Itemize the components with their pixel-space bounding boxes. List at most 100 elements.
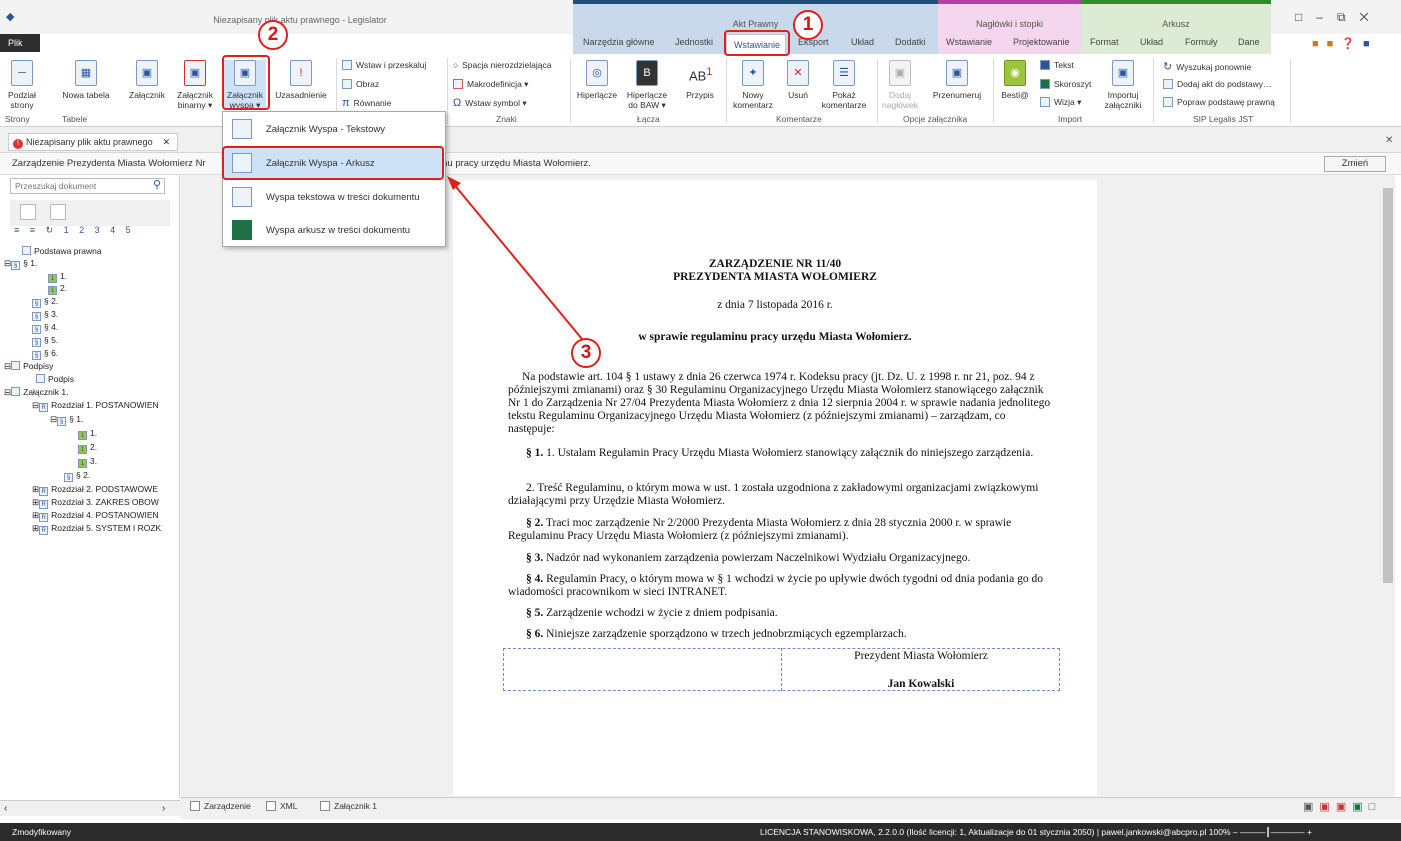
- tree-item[interactable]: § § 2.: [32, 296, 58, 308]
- tree-item[interactable]: § § 4.: [32, 322, 58, 334]
- page-view-icon[interactable]: □: [1369, 801, 1382, 813]
- importuj-zalaczniki-button[interactable]: ▣ Importuj załączniki: [1100, 60, 1146, 110]
- rownanie-button[interactable]: π Równanie: [342, 97, 391, 109]
- search-icon[interactable]: ⚲: [149, 178, 165, 194]
- bottom-tab-zarzadzenie[interactable]: Zarządzenie: [190, 801, 251, 811]
- tree-item[interactable]: ⊞ R Rozdział 5. SYSTEM I ROZK: [32, 523, 180, 535]
- podzial-strony-button[interactable]: ─ Podział strony: [4, 60, 40, 110]
- status-license-zoom[interactable]: LICENCJA STANOWISKOWA, 2.2.0.0 (Ilość li…: [760, 827, 1312, 838]
- scroll-right-icon[interactable]: ›: [162, 803, 165, 814]
- nowy-komentarz-button[interactable]: ✦ Nowy komentarz: [730, 60, 776, 110]
- menu-item-wyspa-tekstowy[interactable]: Załącznik Wyspa - Tekstowy: [224, 114, 444, 144]
- view-mode-icons[interactable]: ▣▣▣▣□: [1303, 800, 1381, 813]
- tree-item[interactable]: 1 2.: [48, 283, 67, 295]
- menu-item-wyspa-tekstowa-tresc[interactable]: Wyspa tekstowa w treści dokumentu: [224, 182, 444, 212]
- paragraph-1[interactable]: § 1. 1. Ustalam Regulamin Pracy Urzędu M…: [508, 447, 1053, 460]
- tree-item[interactable]: ⊟ § § 1.: [4, 258, 37, 270]
- tab-narzedzia-glowne[interactable]: Narzędzia główne: [583, 37, 655, 47]
- quick-icons[interactable]: ■■❓■: [1312, 37, 1378, 50]
- nowa-tabela-button[interactable]: ▦ Nowa tabela: [58, 60, 114, 100]
- wstaw-przeskaluj-button[interactable]: Wstaw i przeskaluj: [342, 60, 426, 70]
- obraz-button[interactable]: Obraz: [342, 79, 379, 89]
- tab-format[interactable]: Format: [1090, 37, 1119, 47]
- tab-uklad-arkusz[interactable]: Układ: [1140, 37, 1163, 47]
- restore-icon[interactable]: ⧉: [1337, 10, 1360, 24]
- tab-plik[interactable]: Plik: [0, 34, 40, 52]
- user-icon[interactable]: ■: [1312, 38, 1327, 50]
- feedback-icon[interactable]: ■: [1363, 38, 1378, 50]
- dodaj-akt-button[interactable]: Dodaj akt do podstawy…: [1163, 79, 1272, 89]
- binary-view-icon[interactable]: ▣: [1336, 801, 1352, 813]
- hiperlacze-baw-button[interactable]: B Hiperlącze do BAW ▾: [624, 60, 670, 110]
- document-date[interactable]: z dnia 7 listopada 2016 r.: [453, 299, 1097, 312]
- tree-item[interactable]: ⊟ § § 1.: [50, 414, 83, 426]
- attachment-view-icon[interactable]: ▣: [1303, 801, 1319, 813]
- tree-item[interactable]: § § 3.: [32, 309, 58, 321]
- preamble[interactable]: Na podstawie art. 104 § 1 ustawy z dnia …: [508, 371, 1053, 436]
- close-all-icon[interactable]: ✕: [1385, 135, 1393, 146]
- scroll-left-icon[interactable]: ‹: [4, 803, 7, 814]
- refresh-tree-icon[interactable]: ↻: [46, 225, 58, 235]
- tree-item[interactable]: § § 5.: [32, 335, 58, 347]
- tree-item[interactable]: 1 2.: [78, 442, 97, 454]
- hiperlacze-button[interactable]: ◎ Hiperlącze: [574, 60, 620, 100]
- tree-item[interactable]: § § 2.: [64, 470, 90, 482]
- zalacznik-binarny-button[interactable]: ▣ Załącznik binarny ▾: [172, 60, 218, 110]
- excel-view-icon[interactable]: ▣: [1352, 801, 1368, 813]
- document-subject[interactable]: w sprawie regulaminu pracy urzędu Miasta…: [453, 331, 1097, 344]
- tree-item[interactable]: Podstawa prawna: [22, 246, 102, 256]
- tab-dodatki[interactable]: Dodatki: [895, 37, 926, 47]
- tree-item[interactable]: 1 1.: [78, 428, 97, 440]
- bottom-tab-xml[interactable]: XML: [266, 801, 297, 811]
- import-wizja-button[interactable]: Wizja ▾: [1040, 97, 1081, 108]
- tree-item[interactable]: ⊟ R Rozdział 1. POSTANOWIEN: [32, 400, 159, 412]
- tree-item[interactable]: ⊟ Podpisy: [4, 361, 53, 372]
- help-icon[interactable]: ❓: [1341, 38, 1363, 50]
- pdf-icon[interactable]: ▣: [1319, 801, 1335, 813]
- document-title[interactable]: ZARZĄDZENIE NR 11/40: [453, 258, 1097, 271]
- expand-icon[interactable]: ⊞: [32, 484, 39, 494]
- paragraph-2[interactable]: § 2. Traci moc zarządzenie Nr 2/2000 Pre…: [508, 517, 1053, 543]
- collapse-icon[interactable]: ⊟: [4, 258, 11, 268]
- collapse-icon[interactable]: ≡: [30, 225, 39, 235]
- paragraph-6[interactable]: § 6. Niniejsze zarządzenie sporządzono w…: [508, 628, 1053, 641]
- bottom-tab-zalacznik[interactable]: Załącznik 1: [320, 801, 377, 811]
- import-tekst-button[interactable]: Tekst: [1040, 60, 1074, 70]
- minimize-icon[interactable]: –: [1316, 10, 1337, 24]
- tree-item[interactable]: ⊞ R Rozdział 3. ZAKRES OBOW: [32, 497, 180, 509]
- collapse-icon[interactable]: ⊟: [50, 414, 57, 424]
- tree-item[interactable]: Podpis: [36, 374, 74, 384]
- wyszukaj-ponownie-button[interactable]: ↻ Wyszukaj ponownie: [1163, 60, 1251, 73]
- tab-uklad[interactable]: Układ: [851, 37, 874, 47]
- document-title-2[interactable]: PREZYDENTA MIASTA WOŁOMIERZ: [453, 271, 1097, 284]
- expand-icon[interactable]: ⊞: [32, 510, 39, 520]
- horizontal-scrollbar[interactable]: ‹ ›: [0, 800, 180, 816]
- view-structure-button[interactable]: [20, 204, 36, 220]
- tree-item[interactable]: ⊞ R Rozdział 2. PODSTAWOWE: [32, 484, 180, 496]
- collapse-icon[interactable]: ⊟: [32, 400, 39, 410]
- tab-projektowanie[interactable]: Projektowanie: [1013, 37, 1070, 47]
- tree-item[interactable]: 1 3.: [78, 456, 97, 468]
- view-pages-button[interactable]: [50, 204, 66, 220]
- tab-formuly[interactable]: Formuły: [1185, 37, 1218, 47]
- dodaj-naglowek-button[interactable]: ▣ Dodaj nagłówek: [880, 60, 920, 110]
- window-controls[interactable]: □–⧉✕: [1295, 10, 1383, 25]
- tree-item[interactable]: § § 6.: [32, 348, 58, 360]
- tree-item[interactable]: ⊞ R Rozdział 4. POSTANOWIEN: [32, 510, 180, 522]
- tree-level-selector[interactable]: ≡ ≡ ↻ 1 2 3 4 5: [14, 225, 135, 236]
- level-numbers[interactable]: 1 2 3 4 5: [64, 225, 135, 235]
- share-icon[interactable]: ■: [1327, 38, 1342, 50]
- przypis-button[interactable]: AB1 Przypis: [680, 60, 720, 100]
- tab-wstawianie-naglowki[interactable]: Wstawianie: [946, 37, 992, 47]
- expand-icon[interactable]: ≡: [14, 225, 23, 235]
- makrodefinicja-button[interactable]: Makrodefinicja ▾: [453, 79, 528, 90]
- tab-dane[interactable]: Dane: [1238, 37, 1260, 47]
- uzasadnienie-button[interactable]: ! Uzasadnienie: [272, 60, 330, 100]
- zalacznik-button[interactable]: ▣ Załącznik: [127, 60, 167, 100]
- bestia-button[interactable]: ◉ Besti@: [998, 60, 1032, 100]
- collapse-icon[interactable]: ⊟: [4, 387, 11, 397]
- import-skoroszyt-button[interactable]: Skoroszyt: [1040, 79, 1091, 89]
- signature-title[interactable]: Prezydent Miasta Wołomierz: [782, 650, 1060, 663]
- wstaw-symbol-button[interactable]: Ω Wstaw symbol ▾: [453, 97, 527, 109]
- przenumeruj-button[interactable]: ▣ Przenumeruj: [928, 60, 986, 100]
